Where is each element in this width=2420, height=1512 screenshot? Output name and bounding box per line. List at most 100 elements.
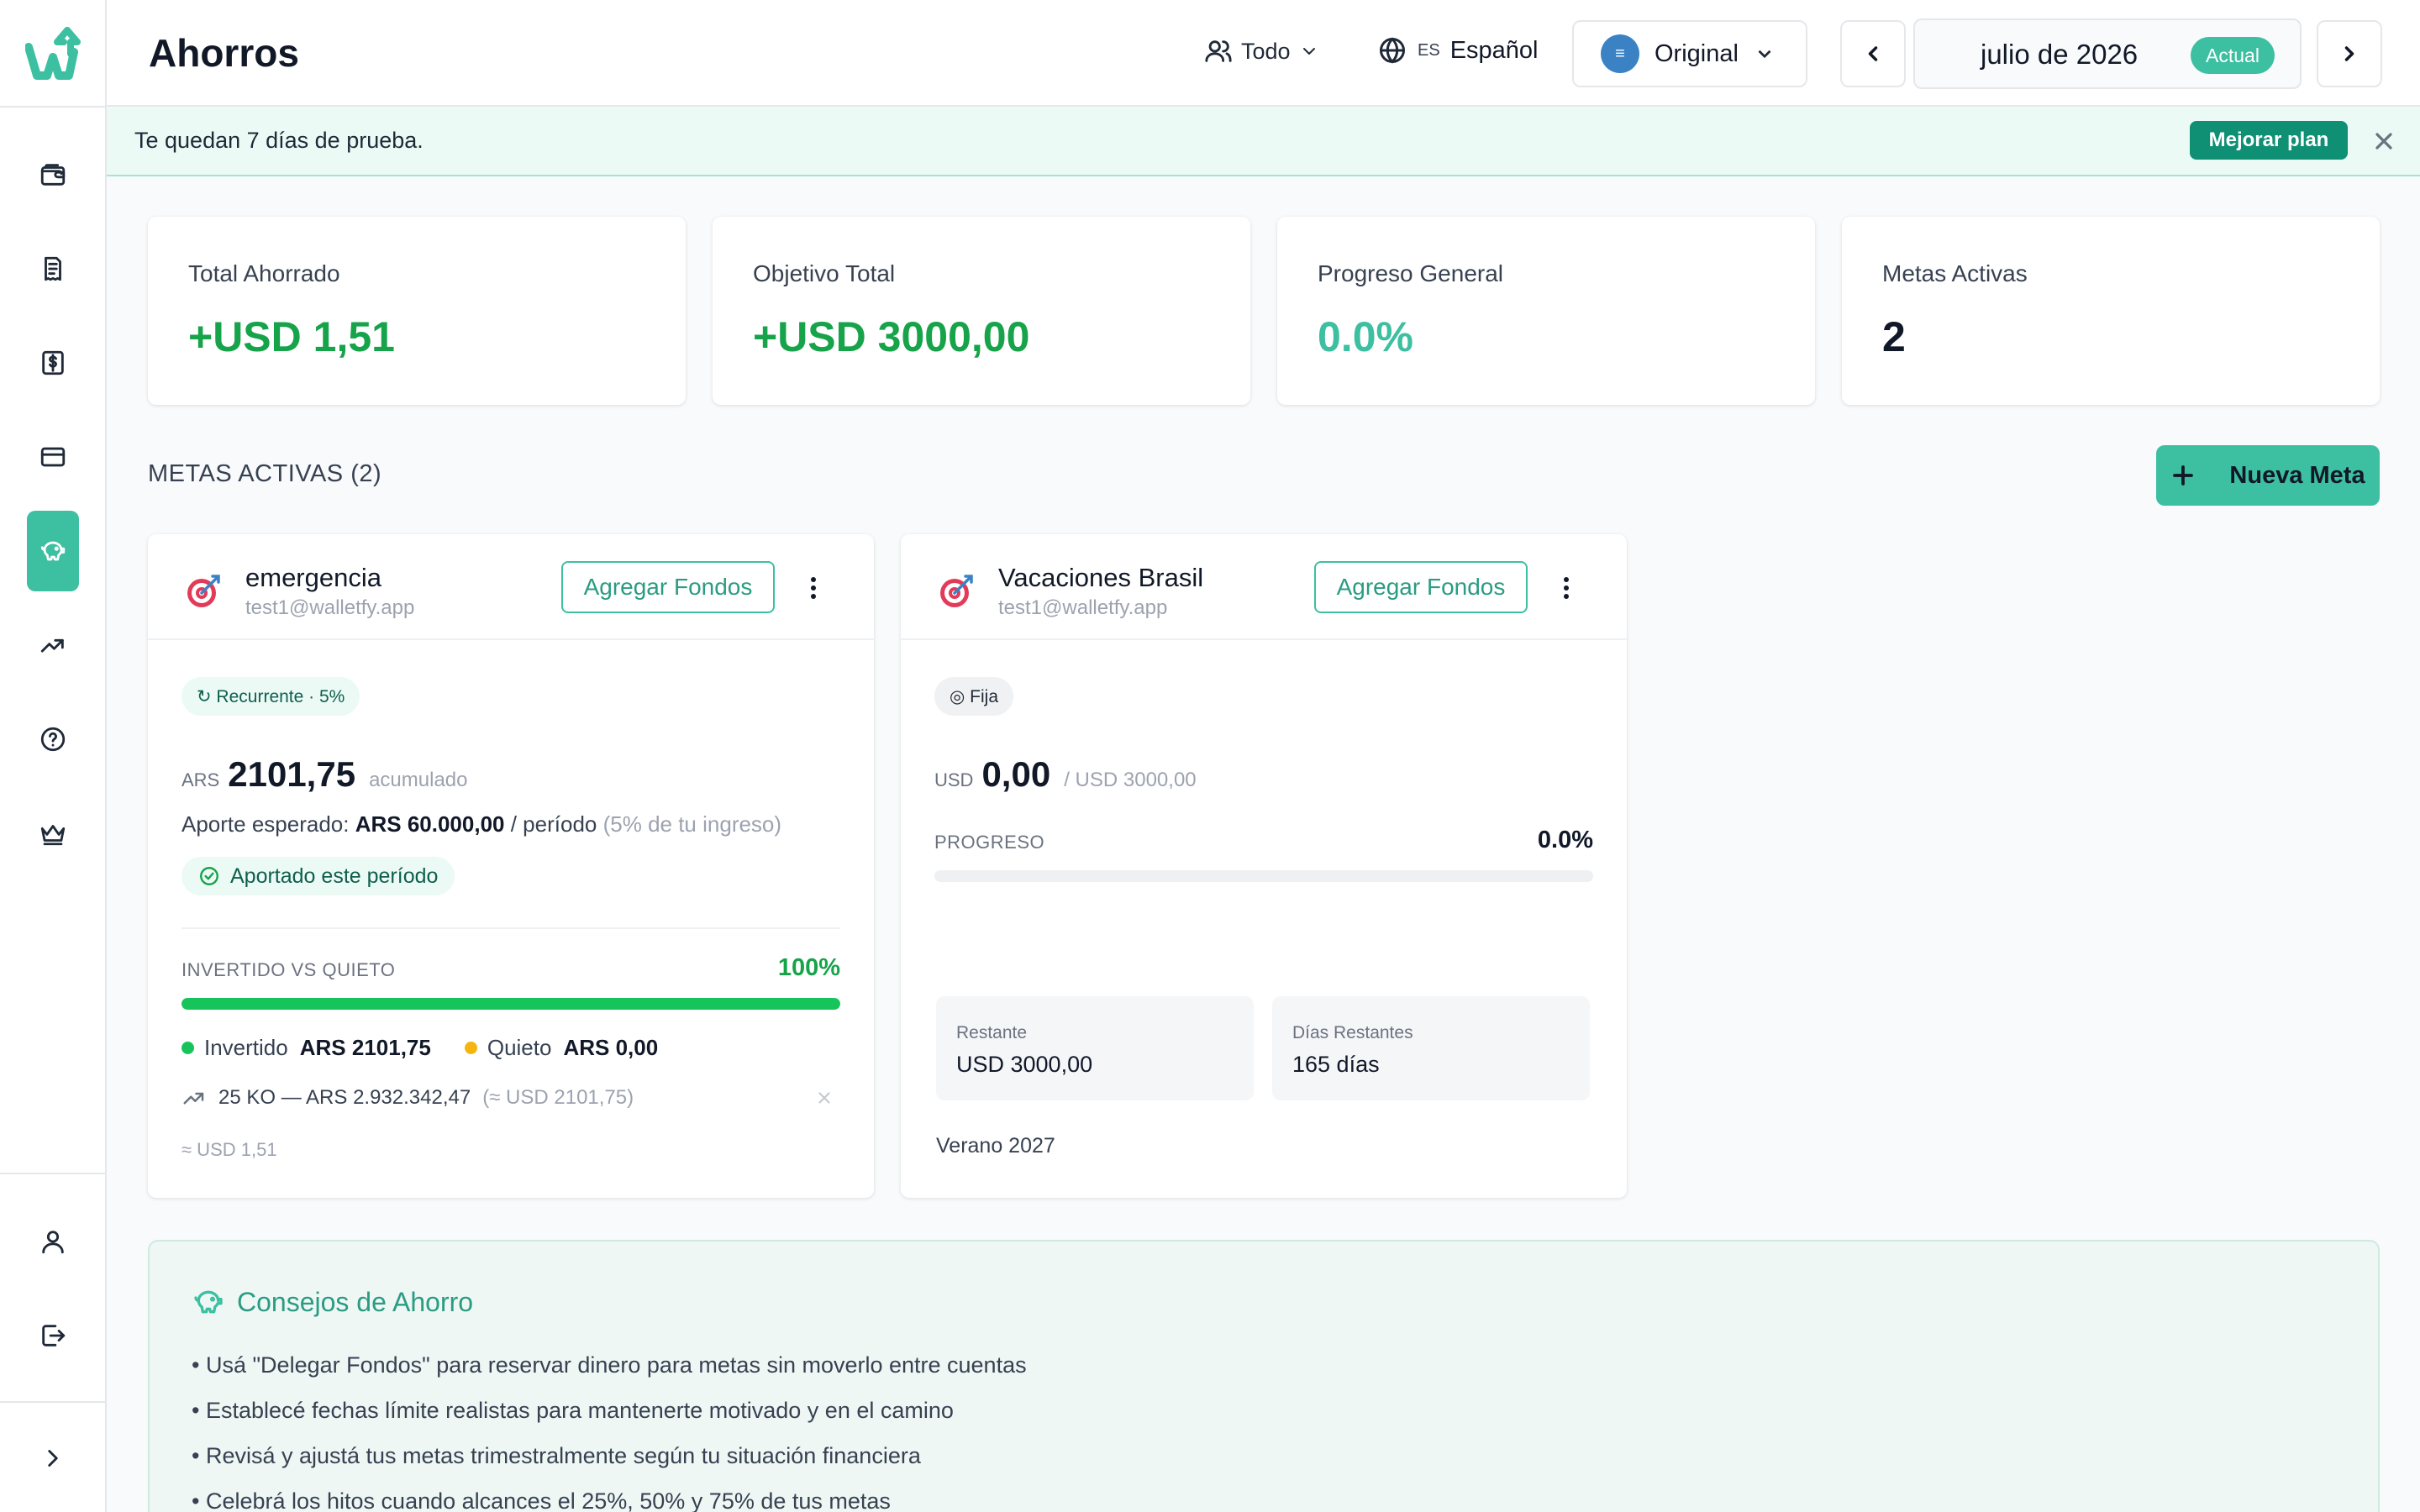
sidebar-divider — [0, 1173, 107, 1174]
idle-dot — [464, 1042, 477, 1054]
tip-item: • Celebrá los hitos cuando alcances el 2… — [192, 1488, 891, 1512]
piggy-bank-icon — [194, 1290, 223, 1314]
expected-prefix: Aporte esperado: — [182, 811, 350, 837]
active-goals-heading: METAS ACTIVAS (2) — [148, 460, 382, 487]
goal-type-badge: ◎ Fija — [934, 677, 1013, 716]
legend-idle: Quieto ARS 0,00 — [464, 1035, 659, 1061]
globe-icon — [1380, 37, 1405, 64]
goal-menu-button[interactable] — [1556, 573, 1576, 603]
more-vertical-icon — [1564, 577, 1569, 599]
goal-progress-bar — [934, 870, 1593, 882]
stat-value: +USD 3000,00 — [753, 313, 1030, 360]
chevron-left-icon — [1868, 46, 1878, 61]
member-filter[interactable]: Todo — [1204, 37, 1319, 66]
month-selector[interactable]: julio de 2026 Actual — [1913, 18, 2302, 89]
progress-label: PROGRESO — [934, 832, 1045, 853]
stat-value: +USD 1,51 — [188, 313, 395, 360]
sidebar-divider — [0, 1401, 107, 1403]
nav-savings[interactable] — [27, 511, 79, 591]
remove-investment-button[interactable] — [815, 1089, 834, 1113]
month-label: julio de 2026 — [1981, 39, 2139, 70]
remaining-value: USD 3000,00 — [956, 1052, 1093, 1077]
tip-item: • Revisá y ajustá tus metas trimestralme… — [192, 1443, 921, 1468]
new-goal-button[interactable]: Nueva Meta — [2156, 445, 2380, 506]
sidebar — [0, 0, 107, 1512]
nav-premium[interactable] — [27, 793, 79, 874]
goal-menu-button[interactable] — [803, 573, 823, 603]
invested-dot — [182, 1042, 194, 1054]
goal-card-vacaciones-brasil: Vacaciones Brasil test1@walletfy.app Agr… — [901, 534, 1627, 1198]
approx-usd: ≈ USD 1,51 — [182, 1139, 277, 1160]
nav-cards[interactable] — [27, 417, 79, 497]
days-label: Días Restantes — [1292, 1023, 1413, 1042]
tip-item: • Usá "Delegar Fondos" para reservar din… — [192, 1352, 1027, 1378]
invested-vs-idle-label: INVERTIDO VS QUIETO — [182, 959, 396, 980]
invested-legend: Invertido ARS 2101,75 Quieto ARS 0,00 — [182, 1035, 692, 1061]
stat-label: Progreso General — [1318, 260, 1504, 286]
trending-up-icon — [40, 638, 64, 653]
previous-month-button[interactable] — [1840, 20, 1906, 87]
upgrade-plan-button[interactable]: Mejorar plan — [2190, 121, 2348, 160]
user-icon — [42, 1231, 64, 1254]
goal-card-emergencia: emergencia test1@walletfy.app Agregar Fo… — [148, 534, 874, 1198]
walletfy-logo[interactable] — [25, 25, 81, 82]
goal-name: Vacaciones Brasil — [998, 563, 1204, 592]
stat-value: 2 — [1882, 313, 1906, 360]
add-funds-button[interactable]: Agregar Fondos — [1314, 561, 1528, 613]
stat-value: 0.0% — [1318, 313, 1413, 360]
chevron-down-icon — [1302, 48, 1315, 55]
member-filter-label: Todo — [1241, 38, 1291, 64]
saving-tips-title: Consejos de Ahorro — [192, 1285, 473, 1319]
goal-note: Verano 2027 — [936, 1134, 1055, 1158]
nav-help[interactable] — [27, 699, 79, 780]
currency-mode-select[interactable]: ≡ Original — [1572, 20, 1807, 87]
nav-logout[interactable] — [27, 1295, 79, 1376]
remaining-amount-box: Restante USD 3000,00 — [936, 996, 1254, 1100]
goal-type-badge: ↻ Recurrente · 5% — [182, 677, 360, 716]
nav-wallet[interactable] — [27, 134, 79, 215]
goal-owner-email: test1@walletfy.app — [998, 596, 1168, 619]
language-code: ES — [1418, 40, 1440, 60]
remaining-label: Restante — [956, 1023, 1028, 1042]
current-month-badge: Actual — [2191, 37, 2275, 74]
add-funds-button[interactable]: Agregar Fondos — [561, 561, 775, 613]
stat-label: Total Ahorrado — [188, 260, 340, 286]
goal-card-header: emergencia test1@walletfy.app Agregar Fo… — [148, 534, 874, 640]
stat-card-total-saved: Total Ahorrado +USD 1,51 — [148, 217, 686, 405]
nav-profile[interactable] — [27, 1201, 79, 1282]
trial-message: Te quedan 7 días de prueba. — [134, 128, 424, 153]
goal-name: emergencia — [245, 563, 381, 592]
tips-title-text: Consejos de Ahorro — [237, 1286, 474, 1317]
trending-up-icon — [183, 1092, 204, 1105]
linked-investment: 25 KO — ARS 2.932.342,47 (≈ USD 2101,75) — [182, 1085, 840, 1110]
dollar-document-icon — [42, 350, 64, 375]
idle-label: Quieto — [487, 1035, 552, 1060]
top-bar: Ahorros Todo ES Español ≡ Original julio… — [107, 0, 2420, 107]
close-icon — [2375, 133, 2392, 150]
nav-investments[interactable] — [27, 605, 79, 685]
investment-detail: 25 KO — ARS 2.932.342,47 — [218, 1086, 471, 1109]
nav-receipts[interactable] — [27, 228, 79, 309]
language-selector[interactable]: ES Español — [1377, 35, 1539, 66]
amount-value: 0,00 — [981, 754, 1051, 794]
chevron-down-icon — [1758, 50, 1771, 59]
legend-invested: Invertido ARS 2101,75 — [182, 1035, 431, 1061]
close-banner-button[interactable] — [2370, 128, 2397, 155]
invested-value: ARS 2101,75 — [299, 1035, 431, 1060]
target-icon — [940, 575, 973, 607]
nav-transactions[interactable] — [27, 323, 79, 403]
invested-progress-bar — [182, 998, 840, 1010]
sidebar-expand-button[interactable] — [27, 1418, 79, 1499]
idle-value: ARS 0,00 — [563, 1035, 659, 1060]
investment-note: (≈ USD 2101,75) — [482, 1086, 634, 1109]
chevron-right-icon — [2344, 46, 2354, 61]
stat-card-overall-progress: Progreso General 0.0% — [1277, 217, 1815, 405]
credit-card-icon — [40, 447, 66, 467]
goal-owner-email: test1@walletfy.app — [245, 596, 415, 619]
stat-label: Metas Activas — [1882, 260, 2028, 286]
goal-card-header: Vacaciones Brasil test1@walletfy.app Agr… — [901, 534, 1627, 640]
next-month-button[interactable] — [2317, 20, 2382, 87]
page-title: Ahorros — [149, 31, 299, 75]
goal-amount: USD 0,00 / USD 3000,00 — [934, 754, 1197, 795]
tip-item: • Establecé fechas límite realistas para… — [192, 1398, 954, 1423]
